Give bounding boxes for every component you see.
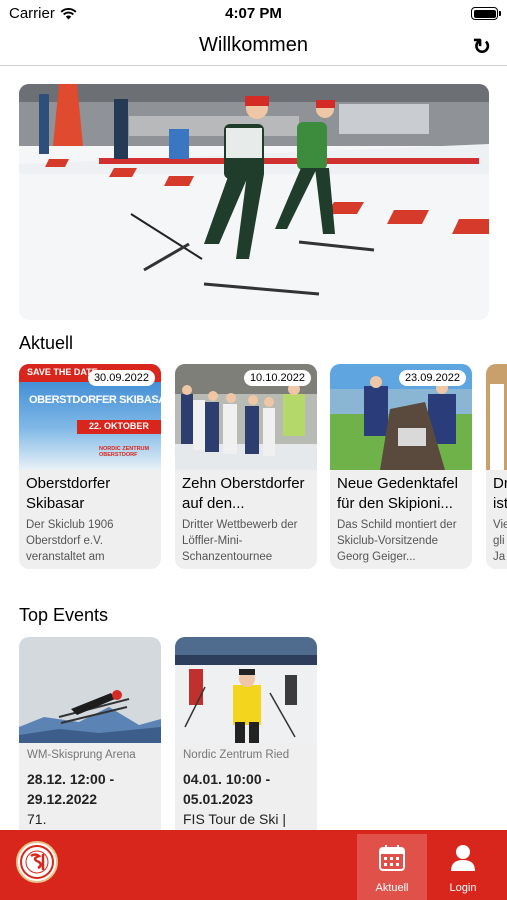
navigation-bar: Willkommen ↻ [0,28,507,66]
page-title: Willkommen [199,34,308,56]
hero-image[interactable] [19,84,489,320]
date-badge: 30.09.2022 [87,370,155,386]
date-badge: 10.10.2022 [243,370,311,386]
news-card[interactable]: 10.10.2022 Zehn Oberstdorfer auf den... … [175,364,317,569]
tab-label: Aktuell [375,882,409,894]
news-title: Zehn Oberstdorfer auf den... [182,475,305,512]
news-card[interactable]: SAVE THE DATE OBERSTDORFER SKIBASAR 22. … [19,364,161,569]
tab-bar: Aktuell Login [0,830,507,900]
tab-login[interactable]: Login [428,834,498,900]
user-icon [451,845,475,871]
news-title: Dr ist [493,475,507,512]
tab-label: Login [449,882,477,894]
event-venue: Nordic Zentrum Ried [183,749,290,761]
event-name: FIS Tour de Ski | [183,811,286,827]
calendar-icon [379,845,405,871]
event-image [175,637,317,743]
news-description: Der Skiclub 1906 Oberstdorf e.V. veranst… [26,519,114,563]
banner-org-text: NORDIC ZENTRUM OBERSTDORF [99,446,150,458]
news-title: Oberstdorfer Skibasar [26,475,111,512]
news-description: Vie gli Ja [493,519,507,563]
event-card[interactable]: WM-Skisprung Arena 28.12. 12:00 - 29.12.… [19,637,161,847]
banner-date-text: 22. OKTOBER [89,421,149,431]
event-image [19,637,161,743]
battery-icon [471,7,501,20]
news-card[interactable]: Dr ist Vie gli Ja [486,364,507,569]
news-description: Das Schild montiert der Skiclub-Vorsitze… [337,519,457,563]
news-image [486,364,507,470]
event-dates: 04.01. 10:00 - 05.01.2023 [183,771,271,807]
banner-top-text: SAVE THE DATE [27,367,98,377]
event-venue: WM-Skisprung Arena [27,749,136,761]
status-bar: Carrier 4:07 PM [0,0,507,28]
event-dates: 28.12. 12:00 - 29.12.2022 [27,771,115,807]
section-title-aktuell: Aktuell [19,333,74,353]
club-logo[interactable] [16,841,58,883]
banner-main-text: OBERSTDORFER SKIBASAR [29,394,161,406]
tab-aktuell[interactable]: Aktuell [357,834,427,900]
date-badge: 23.09.2022 [398,370,466,386]
event-card[interactable]: Nordic Zentrum Ried 04.01. 10:00 - 05.01… [175,637,317,847]
news-description: Dritter Wettbewerb der Löffler-Mini-Scha… [182,519,298,563]
event-name: 71. [27,811,47,827]
news-title: Neue Gedenktafel für den Skipioni... [337,475,458,512]
section-title-top-events: Top Events [19,605,109,625]
news-card[interactable]: 23.09.2022 Neue Gedenktafel für den Skip… [330,364,472,569]
clock: 4:07 PM [225,5,282,22]
refresh-icon[interactable]: ↻ [473,34,491,60]
